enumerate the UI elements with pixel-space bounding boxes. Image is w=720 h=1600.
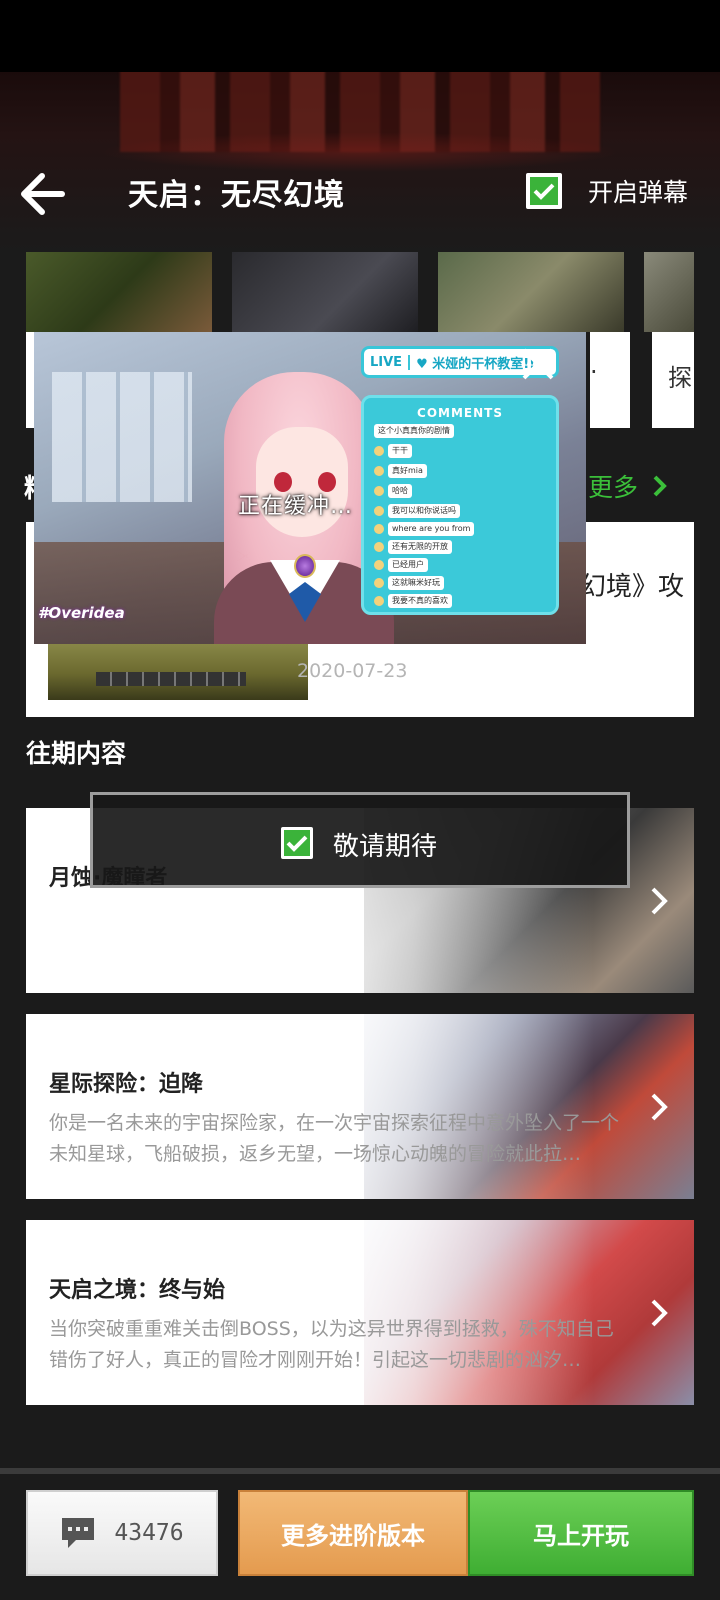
- live-label: LIVE: [364, 354, 411, 370]
- featured-card-fragment: 探: [668, 364, 692, 392]
- header-banner: [0, 72, 720, 252]
- comment-text: 这就嘛米好玩: [388, 576, 444, 590]
- comments-button[interactable]: 43476: [26, 1490, 218, 1576]
- comment-text: 我要不真的喜欢: [388, 594, 452, 608]
- article-title: 幻境》攻: [580, 572, 685, 602]
- comment-item: 这个小真真你的剧情: [374, 424, 454, 438]
- avatar: [374, 560, 384, 570]
- arrow-left-icon: [21, 173, 65, 215]
- avatar: [374, 596, 384, 606]
- close-video-button[interactable]: [520, 346, 556, 382]
- avatar: [374, 578, 384, 588]
- hotbar: [96, 672, 246, 686]
- comment-text: 哈哈: [388, 484, 412, 498]
- close-icon: [522, 348, 554, 380]
- featured-thumb[interactable]: [26, 252, 212, 332]
- past-item-card[interactable]: 天启之境：终与始 当你突破重重难关击倒BOSS，以为这异世界得到拯救，殊不知自己…: [26, 1220, 694, 1405]
- comment-count: 43476: [114, 1520, 184, 1546]
- avatar: [374, 486, 384, 496]
- avatar: [374, 466, 384, 476]
- chevron-right-icon: [651, 1093, 668, 1121]
- play-now-button[interactable]: 马上开玩: [468, 1490, 694, 1576]
- featured-card-fragment: ·: [590, 358, 598, 386]
- status-bar: [0, 0, 720, 72]
- comment-text: where are you from: [388, 522, 475, 536]
- toast-text: 敬请期待: [333, 832, 438, 862]
- comment-text: 我可以和你说话吗: [388, 504, 460, 518]
- chevron-right-icon: [651, 887, 668, 915]
- past-section-title: 往期内容: [26, 739, 127, 768]
- featured-thumb[interactable]: [644, 252, 694, 332]
- card-fade: [26, 1220, 694, 1405]
- more-link[interactable]: 更多: [588, 468, 668, 504]
- comment-icon: [62, 1518, 95, 1548]
- comment-item: 哈哈: [374, 484, 412, 498]
- comment-item: 我要不真的喜欢: [374, 594, 452, 608]
- comments-panel: COMMENTS 这个小真真你的剧情 干干 真好mia 哈哈 我可以和你说话吗 …: [361, 395, 559, 615]
- page-title: 天启：无尽幻境: [128, 178, 345, 213]
- avatar: [374, 506, 384, 516]
- check-icon: [533, 183, 555, 200]
- avatar: [374, 446, 384, 456]
- comment-item: 还有无限的开放: [374, 540, 452, 554]
- vtuber-gem: [294, 554, 316, 578]
- comment-item: where are you from: [374, 522, 475, 536]
- past-item-title: 星际探险：迫降: [49, 1072, 204, 1097]
- featured-thumb[interactable]: [232, 252, 418, 332]
- comment-text: 已经用户: [388, 558, 428, 572]
- app-screen: 天启：无尽幻境 开启弹幕 · 探 精 更多 幻境》攻 2020-07-23: [0, 0, 720, 1600]
- comment-text: 这个小真真你的剧情: [374, 424, 454, 438]
- back-button[interactable]: [20, 172, 66, 216]
- danmaku-toggle[interactable]: 开启弹幕: [526, 173, 688, 209]
- comment-text: 还有无限的开放: [388, 540, 452, 554]
- card-fade: [26, 1014, 694, 1199]
- comment-item: 已经用户: [374, 558, 428, 572]
- chevron-right-icon: [651, 1299, 668, 1327]
- article-thumbnail: [48, 640, 308, 700]
- chevron-right-icon: [653, 475, 667, 497]
- article-date: 2020-07-23: [297, 660, 408, 682]
- danmaku-checkbox[interactable]: [526, 173, 562, 209]
- buffering-text: 正在缓冲…: [238, 494, 354, 519]
- comment-item: 我可以和你说话吗: [374, 504, 460, 518]
- featured-thumb[interactable]: [438, 252, 624, 332]
- comment-item: 这就嘛米好玩: [374, 576, 444, 590]
- past-item-title: 天启之境：终与始: [49, 1278, 226, 1303]
- past-item-card[interactable]: 星际探险：迫降 你是一名未来的宇宙探险家，在一次宇宙探索征程中意外坠入了一个未知…: [26, 1014, 694, 1199]
- toast-check: [281, 827, 313, 859]
- check-icon: [286, 835, 308, 852]
- featured-card[interactable]: ·: [590, 332, 630, 428]
- past-item-description: 当你突破重重难关击倒BOSS，以为这异世界得到拯救，殊不知自己错伤了好人，真正的…: [49, 1318, 614, 1371]
- avatar: [374, 524, 384, 534]
- past-item-description: 你是一名未来的宇宙探险家，在一次宇宙探索征程中意外坠入了一个未知星球，飞船破损，…: [49, 1112, 620, 1165]
- avatar: [374, 542, 384, 552]
- comment-text: 干干: [388, 444, 412, 458]
- comment-item: 真好mia: [374, 464, 427, 478]
- comment-item: 干干: [374, 444, 412, 458]
- toast-message: 敬请期待: [90, 792, 630, 888]
- more-label: 更多: [588, 473, 639, 502]
- floating-video-player[interactable]: LIVE ♥ 米娅的干杯教室!! COMMENTS 这个小真真你的剧情 干干 真…: [34, 332, 586, 644]
- comment-text: 真好mia: [388, 464, 427, 478]
- classroom-window: [52, 372, 192, 502]
- banner-glow: [100, 132, 620, 172]
- featured-card[interactable]: 探: [652, 332, 694, 428]
- channel-label: ♥ 米娅的干杯教室!!: [416, 356, 536, 372]
- brand-tag: #Overidea: [38, 604, 125, 622]
- danmaku-label: 开启弹幕: [588, 178, 689, 207]
- advanced-versions-button[interactable]: 更多进阶版本: [238, 1490, 468, 1576]
- comments-title: COMMENTS: [417, 406, 503, 420]
